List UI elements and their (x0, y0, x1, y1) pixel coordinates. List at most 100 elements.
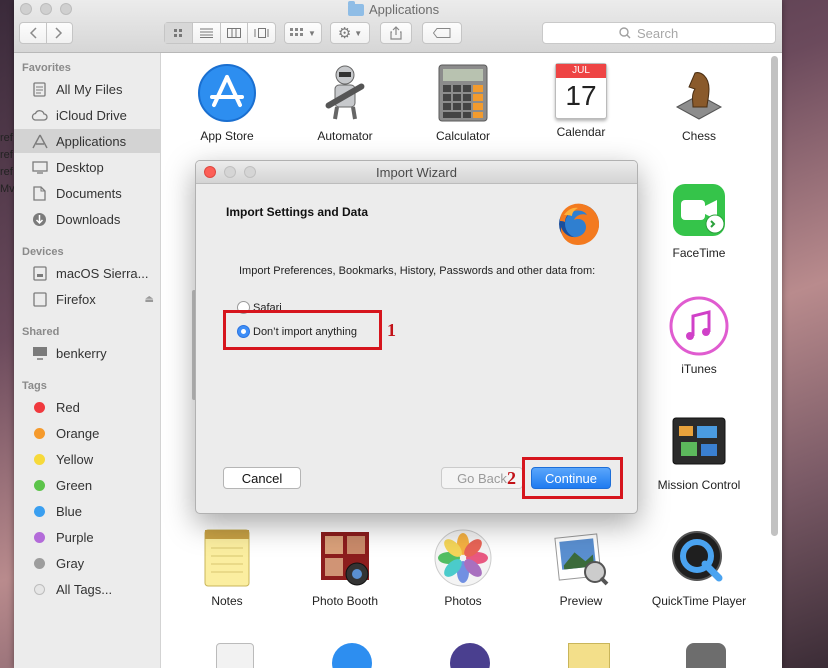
yellow-tag-dot-icon (34, 453, 45, 465)
share-icon (390, 26, 402, 40)
close-window-button[interactable] (20, 3, 32, 15)
green-tag-dot-icon (34, 479, 45, 491)
sidebar-item-label: Firefox (56, 291, 96, 307)
disk-icon (31, 265, 48, 281)
column-view-button[interactable] (221, 23, 249, 43)
quicktime-icon (669, 528, 729, 588)
sidebar-item-label: macOS Sierra... (56, 265, 149, 281)
sidebar-item-label: Applications (56, 133, 127, 149)
sidebar-item-all-my-files[interactable]: All My Files (14, 77, 160, 101)
chevron-down-icon: ▼ (308, 28, 316, 38)
desktop-text-line: ref (0, 166, 13, 178)
system-preferences-icon (686, 643, 726, 668)
app-label: Chess (681, 129, 716, 143)
arrange-button[interactable]: ▼ (284, 22, 322, 44)
forward-button[interactable] (47, 23, 73, 43)
tag-icon (433, 28, 451, 38)
gear-icon: ⚙ (337, 25, 352, 42)
vertical-scrollbar[interactable] (770, 56, 780, 536)
cancel-button[interactable]: Cancel (223, 467, 301, 489)
sidebar-all-tags[interactable]: All Tags... (14, 577, 160, 601)
list-view-button[interactable] (193, 23, 221, 43)
sidebar-item-label: All My Files (56, 81, 123, 97)
sidebar-item-label: Desktop (56, 159, 104, 175)
annotation-box-2 (522, 457, 623, 499)
sidebar-tag-label: Blue (56, 503, 83, 519)
sidebar-tag-orange[interactable]: Orange (14, 421, 160, 445)
app-item-app-store[interactable]: App Store (168, 63, 286, 143)
app-label: Calculator (435, 129, 491, 143)
sidebar-tag-red[interactable]: Red (14, 395, 160, 419)
sidebar-tag-green[interactable]: Green (14, 473, 160, 497)
calculator-icon (433, 63, 493, 123)
cloud-icon (31, 108, 48, 123)
all-tags-icon (34, 583, 45, 595)
sidebar-tag-gray[interactable]: Gray (14, 551, 160, 575)
back-button[interactable] (20, 23, 47, 43)
sidebar-tag-blue[interactable]: Blue (14, 499, 160, 523)
annotation-box-1 (223, 310, 382, 350)
scrollbar-thumb[interactable] (771, 56, 778, 536)
app-item-photo-booth[interactable]: Photo Booth (286, 528, 404, 608)
app-item-facetime[interactable]: FaceTime (640, 180, 758, 260)
all-files-icon (31, 81, 48, 97)
coverflow-view-button[interactable] (248, 23, 275, 43)
calendar-day-text: 17 (565, 80, 597, 111)
app-item-notes[interactable]: Notes (168, 528, 286, 608)
photo-booth-icon (315, 528, 375, 588)
search-input[interactable]: Search (542, 22, 776, 44)
list-icon (199, 28, 213, 38)
eject-icon[interactable]: ⏏ (145, 294, 154, 305)
sidebar-item-benkerry[interactable]: benkerry (14, 341, 160, 365)
sidebar-item-documents[interactable]: Documents (14, 181, 160, 205)
app-label: Preview (559, 594, 603, 608)
app-item-quicktime-player[interactable]: QuickTime Player (640, 528, 758, 608)
sidebar-item-icloud-drive[interactable]: iCloud Drive (14, 103, 160, 127)
sidebar-tag-purple[interactable]: Purple (14, 525, 160, 549)
app-label: Calendar (556, 125, 606, 139)
sidebar-item-firefox-volume[interactable]: Firefox ⏏ (14, 287, 160, 311)
app-item-chess[interactable]: Chess (640, 63, 758, 143)
sidebar-item-macos-sierra[interactable]: macOS Sierra... (14, 261, 160, 285)
edit-tags-button[interactable] (422, 22, 462, 44)
minimize-window-button[interactable] (40, 3, 52, 15)
view-mode-control (164, 22, 276, 44)
app-item-mission-control[interactable]: Mission Control (640, 412, 758, 492)
search-placeholder: Search (637, 25, 679, 41)
app-item-calendar[interactable]: JUL 17 Calendar (522, 63, 640, 139)
app-item-automator[interactable]: Automator (286, 63, 404, 143)
sidebar-item-applications[interactable]: Applications (14, 129, 160, 153)
red-tag-dot-icon (34, 401, 45, 413)
desktop-icon (31, 160, 48, 175)
action-button[interactable]: ⚙ ▼ (330, 22, 370, 44)
sidebar-item-desktop[interactable]: Desktop (14, 155, 160, 179)
sidebar-tag-label: Orange (56, 425, 100, 441)
sidebar-item-downloads[interactable]: Downloads (14, 207, 160, 231)
app-item-calculator[interactable]: Calculator (404, 63, 522, 143)
facetime-camera-icon (669, 180, 729, 240)
sidebar-item-label: benkerry (56, 345, 107, 361)
back-forward-control (19, 22, 73, 44)
firefox-logo-icon (554, 199, 604, 249)
sidebar-item-label: Downloads (56, 211, 121, 227)
app-item-itunes[interactable]: iTunes (640, 296, 758, 376)
notes-icon (197, 528, 257, 588)
app-label: iTunes (681, 362, 717, 376)
desktop-text-line: Mv (0, 183, 15, 195)
favorites-header: Favorites (22, 62, 71, 74)
dialog-title: Import Wizard (376, 165, 457, 180)
icon-view-button[interactable] (165, 23, 193, 43)
app-store-icon (197, 63, 257, 123)
app-item-preview[interactable]: Preview (522, 528, 640, 608)
zoom-window-button[interactable] (60, 3, 72, 15)
share-button[interactable] (380, 22, 412, 44)
safari-compass-icon (332, 643, 372, 668)
sidebar-tag-label: Red (56, 399, 80, 415)
chess-knight-icon (669, 63, 729, 123)
app-label: FaceTime (672, 246, 726, 260)
preview-icon (551, 528, 611, 588)
app-item-photos[interactable]: Photos (404, 528, 522, 608)
sidebar-tag-yellow[interactable]: Yellow (14, 447, 160, 471)
import-description-text: Import Preferences, Bookmarks, History, … (239, 265, 596, 277)
finder-sidebar: Favorites All My Files iCloud Drive Appl… (14, 53, 161, 668)
